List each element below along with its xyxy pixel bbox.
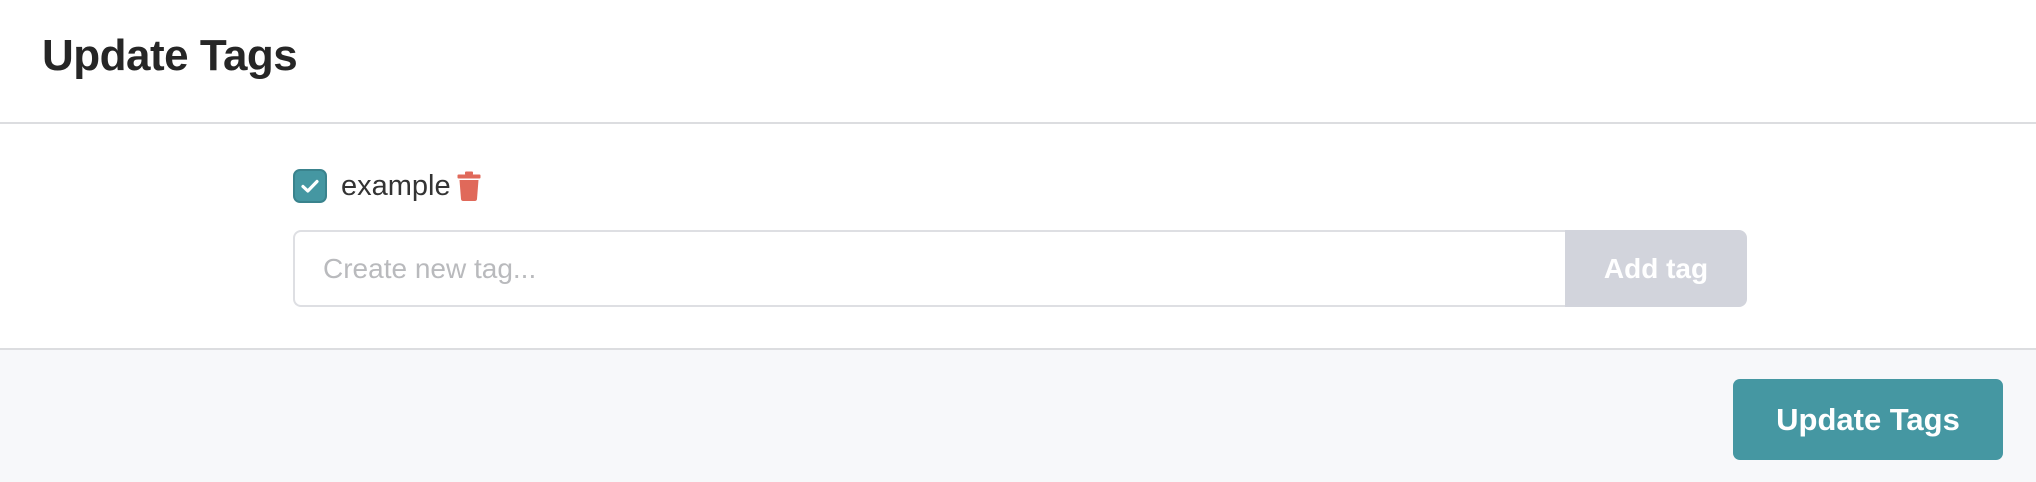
modal-title: Update Tags	[42, 31, 298, 80]
modal-body: example Add tag	[0, 124, 2036, 348]
tag-item: example	[293, 168, 483, 204]
check-icon	[301, 179, 319, 193]
new-tag-input[interactable]	[293, 230, 1565, 307]
update-tags-button[interactable]: Update Tags	[1733, 379, 2003, 460]
update-tags-modal: Update Tags example Add tag Update	[0, 0, 2036, 482]
tag-checkbox[interactable]	[293, 169, 327, 203]
delete-tag-button[interactable]	[455, 169, 483, 203]
modal-footer: Update Tags	[0, 348, 2036, 482]
trash-icon	[457, 171, 481, 201]
new-tag-form: Add tag	[293, 230, 1747, 307]
tag-label: example	[341, 169, 451, 202]
add-tag-button[interactable]: Add tag	[1565, 230, 1747, 307]
modal-header: Update Tags	[0, 0, 2036, 124]
